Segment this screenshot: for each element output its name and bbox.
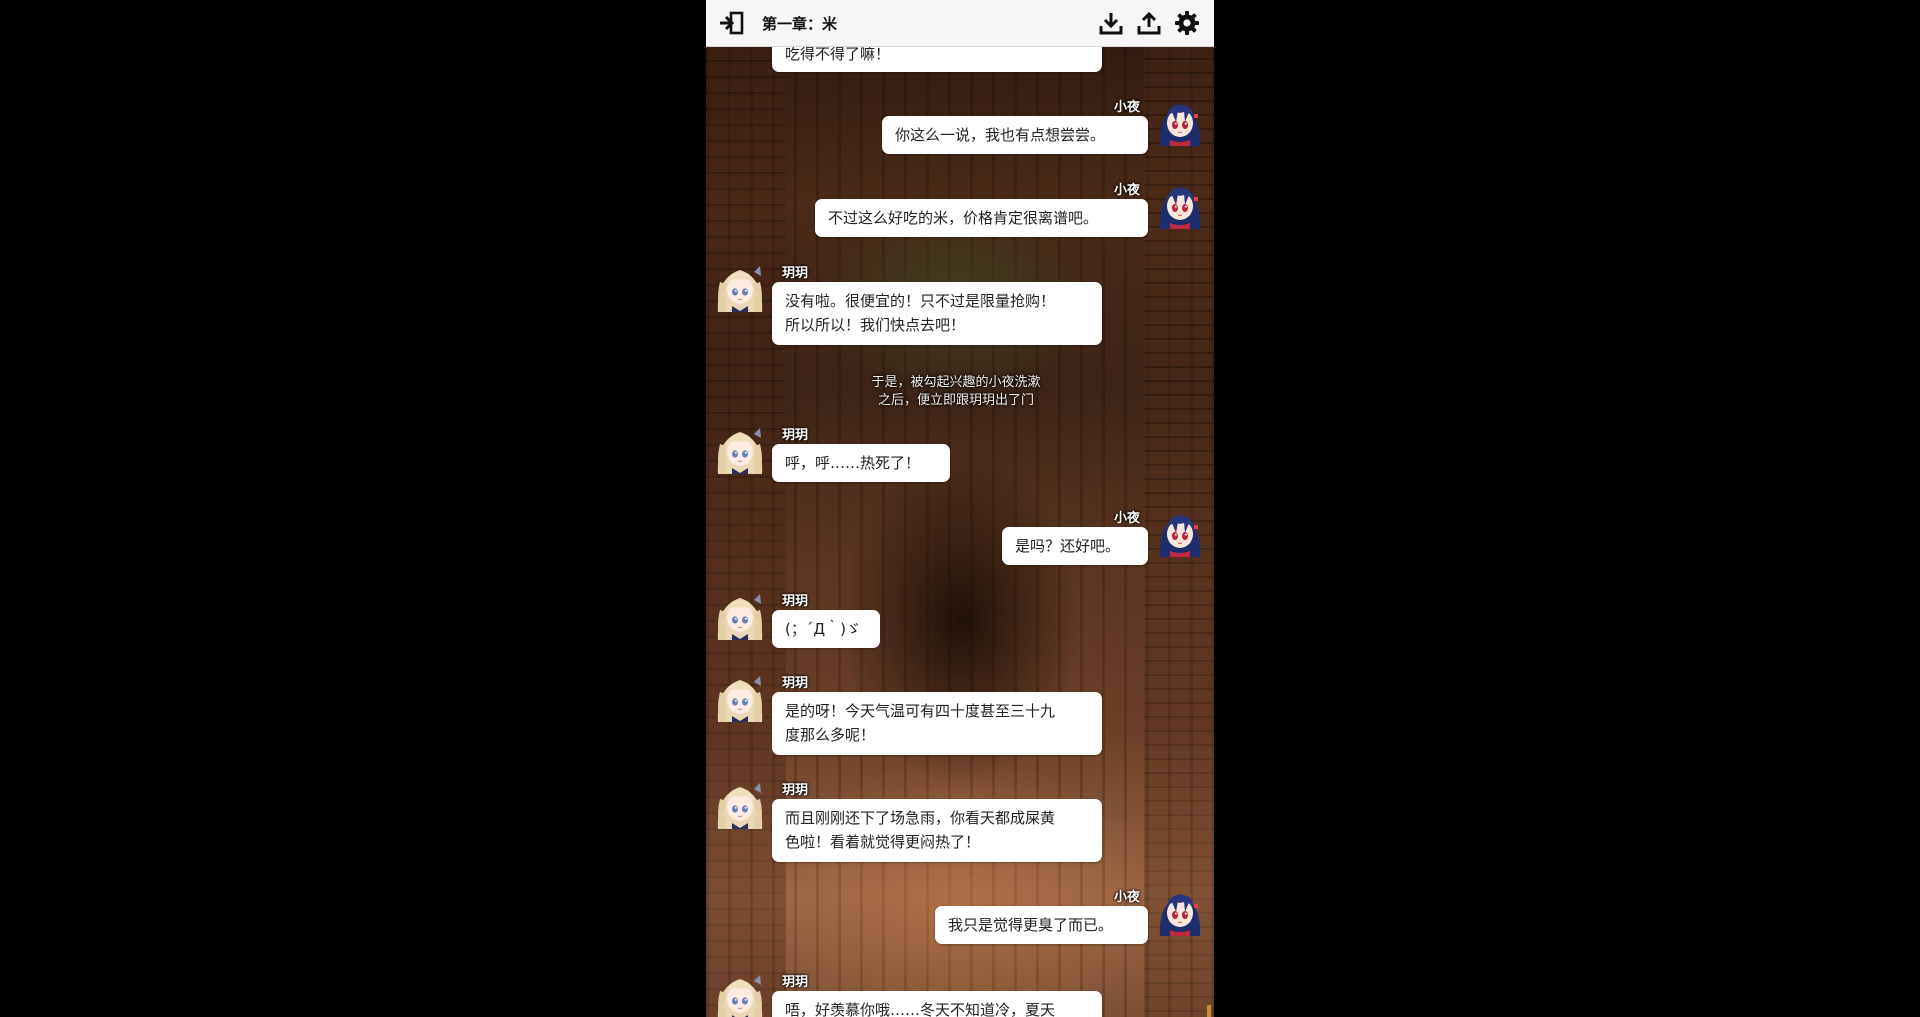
yueyue-avatar bbox=[714, 672, 766, 724]
sayo-avatar bbox=[1154, 179, 1206, 231]
gear-icon[interactable] bbox=[1174, 10, 1200, 36]
speaker-name: 玥玥 bbox=[782, 428, 809, 443]
message-text-line: 度那么多呢！ bbox=[785, 726, 876, 744]
message-bubble: 呼，呼……热死了！ bbox=[772, 444, 950, 482]
message-text: 我只是觉得更臭了而已。 bbox=[948, 916, 1114, 934]
message-text: 唔，好羡慕你哦……冬天不知道冷，夏天 bbox=[785, 1001, 1056, 1017]
top-bar: 第一章：米 bbox=[706, 0, 1214, 47]
download-icon[interactable] bbox=[1098, 10, 1124, 36]
speaker-name: 玥玥 bbox=[782, 783, 809, 798]
narration-line: 于是，被勾起兴趣的小夜洗漱 bbox=[871, 375, 1041, 390]
speaker-name: 小夜 bbox=[1113, 183, 1140, 198]
speaker-name: 玥玥 bbox=[782, 266, 809, 281]
message-bubble: (；´Д｀)ゞ bbox=[772, 610, 880, 648]
upload-icon[interactable] bbox=[1136, 10, 1162, 36]
chapter-title: 第一章：米 bbox=[762, 15, 838, 33]
yueyue-avatar bbox=[714, 590, 766, 642]
speaker-name: 玥玥 bbox=[782, 975, 809, 990]
chat-log[interactable]: 吃得不得了嘛！ 小夜 你这么一说，我也有点想尝尝。 小夜 不过这么好吃的米，价格… bbox=[706, 46, 1214, 1017]
speaker-name: 小夜 bbox=[1113, 890, 1140, 905]
exit-door-icon[interactable] bbox=[718, 11, 746, 35]
yueyue-avatar bbox=[714, 262, 766, 314]
message-bubble: 没有啦。很便宜的！只不过是限量抢购！ 所以所以！我们快点去吧！ bbox=[772, 282, 1102, 345]
sayo-avatar bbox=[1154, 886, 1206, 938]
message-text: 呼，呼……热死了！ bbox=[785, 454, 921, 472]
message-bubble: 而且刚刚还下了场急雨，你看天都成屎黄 色啦！看着就觉得更闷热了！ bbox=[772, 799, 1102, 862]
message-bubble: 是的呀！今天气温可有四十度甚至三十九 度那么多呢！ bbox=[772, 692, 1102, 755]
narration-text: 于是，被勾起兴趣的小夜洗漱 之后，便立即跟玥玥出了门 bbox=[856, 374, 1056, 410]
sayo-avatar bbox=[1154, 96, 1206, 148]
message-text-line: 而且刚刚还下了场急雨，你看天都成屎黄 bbox=[785, 809, 1056, 827]
message-text: 吃得不得了嘛！ bbox=[785, 46, 891, 63]
message-bubble: 吃得不得了嘛！ bbox=[772, 46, 1102, 72]
yueyue-avatar bbox=[714, 971, 766, 1017]
message-bubble: 是吗？还好吧。 bbox=[1002, 527, 1148, 565]
message-bubble: 不过这么好吃的米，价格肯定很离谱吧。 bbox=[815, 199, 1148, 237]
message-text: 你这么一说，我也有点想尝尝。 bbox=[895, 126, 1106, 144]
message-bubble: 你这么一说，我也有点想尝尝。 bbox=[882, 116, 1148, 154]
sayo-avatar bbox=[1154, 507, 1206, 559]
speaker-name: 小夜 bbox=[1113, 100, 1140, 115]
chat-app: 第一章：米 吃得不得了嘛！ 小夜 你这么一说，我也有点想尝尝。 小夜 不过这么好… bbox=[706, 0, 1214, 1017]
message-text-line: 是的呀！今天气温可有四十度甚至三十九 bbox=[785, 702, 1056, 720]
speaker-name: 玥玥 bbox=[782, 594, 809, 609]
speaker-name: 玥玥 bbox=[782, 676, 809, 691]
message-bubble: 唔，好羡慕你哦……冬天不知道冷，夏天 bbox=[772, 991, 1102, 1017]
message-text-line: 没有啦。很便宜的！只不过是限量抢购！ bbox=[785, 292, 1056, 310]
message-bubble: 我只是觉得更臭了而已。 bbox=[935, 906, 1148, 944]
message-text-line: 所以所以！我们快点去吧！ bbox=[785, 316, 966, 334]
message-text: 是吗？还好吧。 bbox=[1015, 537, 1121, 555]
message-text: 不过这么好吃的米，价格肯定很离谱吧。 bbox=[828, 209, 1099, 227]
speaker-name: 小夜 bbox=[1113, 511, 1140, 526]
yueyue-avatar bbox=[714, 424, 766, 476]
yueyue-avatar bbox=[714, 779, 766, 831]
narration-line: 之后，便立即跟玥玥出了门 bbox=[877, 393, 1034, 408]
message-text-line: 色啦！看着就觉得更闷热了！ bbox=[785, 833, 981, 851]
message-text: (；´Д｀)ゞ bbox=[785, 620, 861, 638]
chat-scrollbar[interactable] bbox=[1206, 1004, 1212, 1017]
